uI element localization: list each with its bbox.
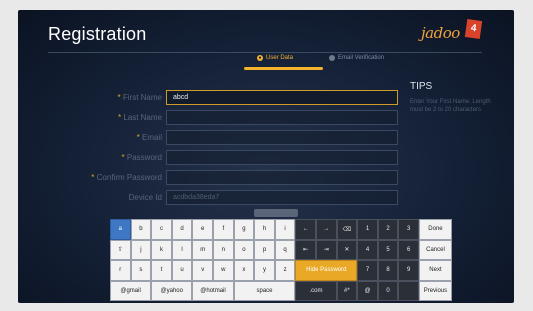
key-letter[interactable]: m (192, 239, 213, 260)
field-label-3: * Password (58, 153, 162, 162)
step-user-data: ● User Data (257, 55, 293, 61)
field-label-text: First Name (122, 93, 162, 102)
field-label-1: * Last Name (58, 113, 162, 122)
key-yahoo[interactable]: @yahoo (151, 280, 193, 301)
key-letter[interactable]: x (233, 260, 255, 281)
step-progress-bar (244, 67, 323, 70)
key-dotcom[interactable]: .com (295, 280, 337, 301)
key-number[interactable]: 5 (377, 239, 399, 260)
key-number[interactable]: 1 (357, 219, 378, 240)
key-letter[interactable]: c (151, 219, 172, 240)
field-input-1[interactable] (166, 110, 398, 125)
key-letter[interactable]: y (254, 260, 275, 281)
key-letter[interactable]: o (233, 239, 255, 260)
key-shift[interactable]: ⇧ (110, 239, 131, 260)
field-label-text: Confirm Password (96, 173, 162, 182)
field-label-text: Password (126, 153, 162, 162)
field-label-text: Device Id (128, 193, 162, 202)
key-letter[interactable]: i (274, 219, 296, 240)
key-letter[interactable]: n (213, 239, 234, 260)
tips-body: Enter Your First Name. Length must be 2 … (410, 99, 491, 113)
key-letter[interactable]: w (213, 260, 234, 281)
required-mark: * (117, 113, 122, 122)
key-letter[interactable]: z (274, 260, 296, 281)
key-letter[interactable]: q (274, 239, 296, 260)
key-backspace[interactable]: ⌫ (336, 219, 358, 240)
field-input-5[interactable]: acdbda38eda7 (166, 190, 398, 205)
field-label-text: Email (141, 133, 162, 142)
key-end[interactable]: ⇥ (316, 239, 337, 260)
key-letter[interactable]: r (110, 260, 131, 281)
cancel-button[interactable]: Cancel (419, 239, 452, 260)
key-letter[interactable]: g (233, 219, 255, 240)
key-letter[interactable]: u (171, 260, 193, 281)
hide-password-button[interactable]: Hide Password (295, 260, 358, 281)
key-number[interactable]: 6 (398, 239, 419, 260)
field-input-0[interactable]: abcd (166, 90, 398, 105)
key-letter[interactable]: l (171, 239, 193, 260)
step-active-icon: ● (257, 55, 263, 61)
field-label-5: Device Id (58, 193, 162, 202)
title-divider (48, 52, 482, 53)
key-letter[interactable]: t (151, 260, 172, 281)
key-letter[interactable]: h (254, 219, 275, 240)
key-letter[interactable]: k (151, 239, 172, 260)
key-hash[interactable]: #* (336, 280, 358, 301)
key-number[interactable]: 9 (398, 260, 419, 281)
page-title: Registration (48, 24, 147, 44)
previous-button[interactable]: Previous (419, 280, 452, 301)
required-mark: * (117, 93, 121, 102)
key-letter[interactable]: f (213, 219, 234, 240)
step-email-verification-label: Email Verification (338, 55, 385, 61)
tips-title: TIPS (410, 81, 433, 92)
key-clear[interactable]: ✕ (336, 239, 358, 260)
key-at[interactable]: @ (357, 280, 378, 301)
registration-screen: Registration jadoo 4 ● User Data Email V… (18, 10, 514, 303)
key-number[interactable]: 7 (357, 260, 378, 281)
field-input-2[interactable] (166, 130, 398, 145)
key-letter[interactable]: b (130, 219, 152, 240)
key-letter[interactable]: s (130, 260, 152, 281)
field-input-4[interactable] (166, 170, 398, 185)
logo-text: jadoo (421, 24, 460, 42)
key-number[interactable]: 0 (377, 280, 399, 301)
field-input-3[interactable] (166, 150, 398, 165)
step-email-verification: Email Verification (329, 55, 384, 61)
step-pending-icon (329, 55, 335, 61)
field-label-0: * First Name (58, 93, 162, 102)
required-mark: * (136, 133, 140, 142)
key-number[interactable]: 3 (398, 219, 419, 240)
key-gmail[interactable]: @gmail (110, 280, 152, 301)
key-letter[interactable]: p (254, 239, 275, 260)
keyboard-drag-handle[interactable] (254, 209, 298, 217)
field-label-2: * Email (58, 133, 162, 142)
jadoo-logo: jadoo 4 (421, 19, 483, 48)
space-key[interactable]: space (233, 280, 296, 301)
key-number[interactable]: 4 (357, 239, 378, 260)
key-blank[interactable] (398, 280, 419, 301)
key-number[interactable]: 2 (377, 219, 399, 240)
key-letter[interactable]: d (171, 219, 193, 240)
logo-badge: 4 (464, 19, 483, 39)
key-number[interactable]: 8 (377, 260, 399, 281)
key-letter[interactable]: a (110, 219, 131, 240)
done-button[interactable]: Done (419, 219, 452, 240)
required-mark: * (91, 173, 95, 182)
key-letter[interactable]: v (192, 260, 213, 281)
key-letter[interactable]: e (192, 219, 213, 240)
step-user-data-label: User Data (266, 55, 294, 61)
key-letter[interactable]: j (130, 239, 152, 260)
required-mark: * (121, 153, 125, 162)
key-arrow-right[interactable]: → (316, 219, 337, 240)
field-label-text: Last Name (123, 113, 162, 122)
key-hotmail[interactable]: @hotmail (192, 280, 234, 301)
key-home[interactable]: ⇤ (295, 239, 316, 260)
key-arrow-left[interactable]: ← (295, 219, 316, 240)
next-button[interactable]: Next (419, 260, 452, 281)
field-label-4: * Confirm Password (58, 173, 162, 182)
